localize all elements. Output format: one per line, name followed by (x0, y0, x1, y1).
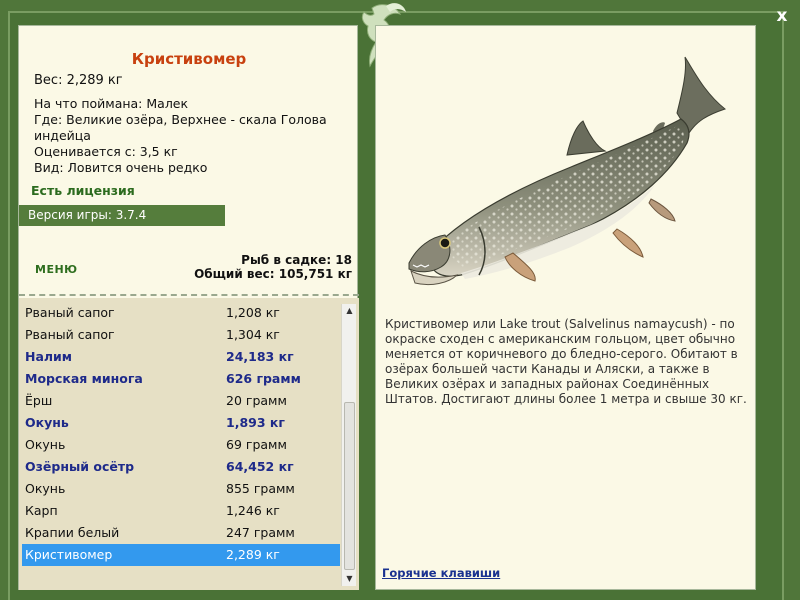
scrollbar[interactable]: ▲ ▼ (341, 304, 356, 586)
catch-fish-weight: 247 грамм (226, 525, 295, 540)
catch-fish-name: Ёрш (25, 393, 53, 408)
catch-fish-weight: 69 грамм (226, 437, 287, 452)
catch-list[interactable]: Кристивомер 2,289 кг Крапии белый 247 грамм… (19, 298, 359, 590)
catch-fish-weight: 20 грамм (226, 393, 287, 408)
fish-rarity: Вид: Ловится очень редко (34, 160, 208, 175)
catch-fish-name: Морская минога (25, 371, 143, 386)
license-status: Есть лицензия (31, 183, 135, 198)
scroll-down-icon[interactable]: ▼ (342, 572, 357, 586)
catch-fish-weight: 1,893 кг (226, 415, 285, 430)
scroll-up-icon[interactable]: ▲ (342, 304, 357, 318)
catch-row[interactable]: Ёрш 20 грамм (22, 390, 340, 412)
game-version: Версия игры: 3.7.4 (19, 205, 225, 226)
catch-fish-name: Налим (25, 349, 73, 364)
fish-bait: На что поймана: Малек (34, 96, 189, 111)
fish-details: На что поймана: Малек Где: Великие озёра… (34, 96, 354, 176)
catch-row[interactable]: Окунь 69 грамм (22, 434, 340, 456)
catch-row[interactable]: Крапии белый 247 грамм (22, 522, 340, 544)
net-total-weight: Общий вес: 105,751 кг (194, 267, 352, 281)
fish-title: Кристивомер (131, 50, 247, 68)
hotkeys-link[interactable]: Горячие клавиши (382, 566, 500, 580)
catch-fish-name: Озёрный осётр (25, 459, 135, 474)
catch-row[interactable]: Рваный сапог 1,208 кг (22, 302, 340, 324)
catch-fish-weight: 2,289 кг (226, 547, 280, 562)
fish-image (408, 56, 727, 286)
catch-fish-name: Окунь (25, 415, 69, 430)
catch-fish-name: Кристивомер (25, 547, 113, 562)
fish-info-panel: Кристивомер Вес: 2,289 кг На что поймана… (18, 25, 359, 590)
catch-fish-name: Крапии белый (25, 525, 120, 540)
divider (19, 294, 359, 296)
catch-fish-name: Карп (25, 503, 58, 518)
net-count: Рыб в садке: 18 (241, 253, 352, 267)
fish-weight: Вес: 2,289 кг (34, 73, 123, 88)
scroll-thumb[interactable] (344, 402, 355, 570)
fish-value: Оценивается с: 3,5 кг (34, 144, 178, 159)
fish-place: Где: Великие озёра, Верхнее - скала Голо… (34, 112, 327, 143)
catch-fish-weight: 1,304 кг (226, 327, 280, 342)
menu-button[interactable]: МЕНЮ (35, 263, 78, 276)
catch-fish-name: Окунь (25, 481, 66, 496)
catch-fish-weight: 64,452 кг (226, 459, 294, 474)
catch-row[interactable]: Окунь 1,893 кг (22, 412, 340, 434)
catch-fish-weight: 1,208 кг (226, 305, 280, 320)
catch-fish-name: Рваный сапог (25, 305, 115, 320)
catch-row[interactable]: Озёрный осётр 64,452 кг (22, 456, 340, 478)
fish-description: Кристивомер или Lake trout (Salvelinus n… (385, 317, 747, 406)
catch-fish-weight: 626 грамм (226, 371, 301, 386)
fish-description-panel: Кристивомер или Lake trout (Salvelinus n… (375, 25, 756, 590)
catch-row[interactable]: Окунь 855 грамм (22, 478, 340, 500)
catch-row[interactable]: Налим 24,183 кг (22, 346, 340, 368)
catch-fish-weight: 1,246 кг (226, 503, 280, 518)
catch-fish-weight: 24,183 кг (226, 349, 294, 364)
catch-row[interactable]: Морская минога 626 грамм (22, 368, 340, 390)
net-stats: Рыб в садке: 18 Общий вес: 105,751 кг (194, 253, 352, 281)
catch-fish-name: Окунь (25, 437, 66, 452)
catch-row[interactable]: Рваный сапог 1,304 кг (22, 324, 340, 346)
close-icon[interactable]: x (770, 4, 794, 28)
catch-row[interactable]: Карп 1,246 кг (22, 500, 340, 522)
catch-fish-name: Рваный сапог (25, 327, 115, 342)
catch-fish-weight: 855 грамм (226, 481, 295, 496)
catch-row[interactable]: Кристивомер 2,289 кг (22, 544, 340, 566)
